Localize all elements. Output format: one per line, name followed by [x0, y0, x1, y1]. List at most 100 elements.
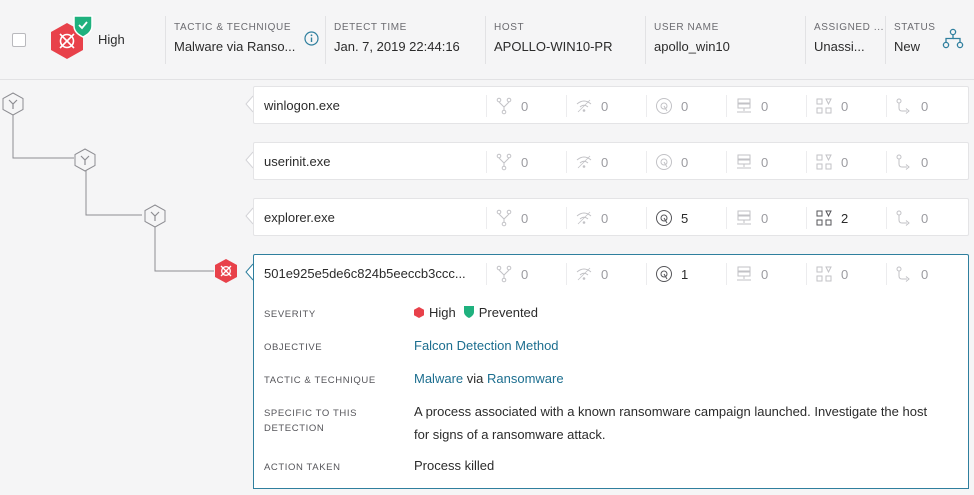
ransomware-link[interactable]: Ransomware	[487, 371, 564, 386]
stat-disk[interactable]: 0	[646, 151, 688, 173]
divider	[486, 263, 487, 285]
process-tree-view-icon[interactable]	[942, 28, 964, 50]
stat-count: 0	[921, 154, 929, 170]
specific-detail-label: SPECIFIC TO THIS DETECTION	[264, 408, 358, 434]
stat-path[interactable]: 0	[886, 207, 928, 229]
modules-icon	[816, 98, 832, 114]
process-node-icon[interactable]	[2, 92, 24, 116]
stat-disk[interactable]: 0	[646, 95, 688, 117]
status-column[interactable]: STATUS New	[894, 22, 938, 62]
stat-path[interactable]: 0	[886, 95, 928, 117]
stat-count: 2	[841, 210, 849, 226]
process-row-explorer[interactable]: explorer.exe 0 0 5 0 2 0	[253, 198, 969, 236]
tactic-header: TACTIC & TECHNIQUE	[174, 22, 292, 33]
process-node-icon[interactable]	[74, 148, 96, 172]
stat-network[interactable]: 0	[566, 207, 608, 229]
disk-icon	[656, 266, 672, 282]
severity-text: High	[429, 305, 456, 320]
specific-detail-value: A process associated with a known ransom…	[414, 404, 928, 442]
divider	[566, 263, 567, 285]
process-row-ransomware[interactable]: 501e925e5de6c824b5eeccb3ccc... 0 0 1 0 0 0	[253, 254, 969, 293]
stat-count: 0	[521, 154, 529, 170]
divider	[485, 16, 486, 64]
stat-network[interactable]: 0	[566, 263, 608, 285]
divider	[646, 263, 647, 285]
severity-detail-value: High Prevented	[414, 301, 944, 324]
path-icon	[896, 266, 910, 282]
divider	[566, 95, 567, 117]
stat-modules[interactable]: 0	[806, 263, 848, 285]
prevented-shield-icon	[463, 306, 474, 318]
process-row-winlogon[interactable]: winlogon.exe 0 0 0 0 0 0	[253, 86, 969, 124]
stat-process-tree[interactable]: 0	[486, 263, 528, 285]
stat-count: 0	[521, 210, 529, 226]
stat-count: 0	[841, 98, 849, 114]
process-tree-icon	[496, 265, 512, 283]
divider	[486, 207, 487, 229]
detection-view: High TACTIC & TECHNIQUE Malware via Rans…	[0, 0, 974, 495]
assigned-value[interactable]: Unassi...	[814, 39, 884, 54]
stat-process-tree[interactable]: 0	[486, 207, 528, 229]
stat-network[interactable]: 0	[566, 95, 608, 117]
stat-modules[interactable]: 0	[806, 95, 848, 117]
divider	[886, 263, 887, 285]
stat-registry[interactable]: 0	[726, 95, 768, 117]
process-row-userinit[interactable]: userinit.exe 0 0 0 0 0 0	[253, 142, 969, 180]
stat-count: 0	[761, 210, 769, 226]
detection-detail-panel: SEVERITY High Prevented OBJECTIVE Falcon …	[253, 293, 969, 489]
divider	[726, 95, 727, 117]
process-name[interactable]: explorer.exe	[264, 210, 476, 225]
user-value[interactable]: apollo_win10	[654, 39, 804, 54]
detect-time-header: DETECT TIME	[334, 22, 407, 33]
divider	[566, 207, 567, 229]
divider	[806, 263, 807, 285]
stat-registry[interactable]: 0	[726, 151, 768, 173]
malware-link[interactable]: Malware	[414, 371, 463, 386]
modules-icon	[816, 266, 832, 282]
via-text: via	[466, 371, 484, 386]
network-icon	[576, 267, 592, 281]
stat-path[interactable]: 0	[886, 263, 928, 285]
stat-process-tree[interactable]: 0	[486, 151, 528, 173]
user-header: USER NAME	[654, 22, 719, 33]
stat-registry[interactable]: 0	[726, 263, 768, 285]
process-name[interactable]: winlogon.exe	[264, 98, 476, 113]
process-name[interactable]: 501e925e5de6c824b5eeccb3ccc...	[264, 266, 476, 281]
status-value[interactable]: New	[894, 39, 938, 54]
stat-disk[interactable]: 5	[646, 207, 688, 229]
modules-icon	[816, 154, 832, 170]
host-header: HOST	[494, 22, 525, 33]
path-icon	[896, 210, 910, 226]
select-checkbox[interactable]	[12, 33, 26, 47]
divider	[806, 151, 807, 173]
tactic-column: TACTIC & TECHNIQUE Malware via Ranso...	[174, 22, 300, 62]
divider	[886, 95, 887, 117]
stat-disk[interactable]: 1	[646, 263, 688, 285]
host-value[interactable]: APOLLO-WIN10-PR	[494, 39, 644, 54]
registry-icon	[737, 154, 751, 169]
divider	[486, 95, 487, 117]
stat-path[interactable]: 0	[886, 151, 928, 173]
tactic-value: Malware via Ranso...	[174, 39, 296, 54]
registry-icon	[737, 210, 751, 225]
stat-modules[interactable]: 2	[806, 207, 848, 229]
detection-node-icon[interactable]	[214, 258, 238, 284]
stat-count: 0	[521, 98, 529, 114]
stat-count: 0	[761, 266, 769, 282]
stat-registry[interactable]: 0	[726, 207, 768, 229]
disk-icon	[656, 210, 672, 226]
process-name[interactable]: userinit.exe	[264, 154, 476, 169]
network-icon	[576, 99, 592, 113]
stat-network[interactable]: 0	[566, 151, 608, 173]
info-icon[interactable]	[304, 31, 319, 46]
assigned-column[interactable]: ASSIGNED ... Unassi...	[814, 22, 884, 62]
disk-icon	[656, 98, 672, 114]
objective-link[interactable]: Falcon Detection Method	[414, 334, 944, 357]
stat-modules[interactable]: 0	[806, 151, 848, 173]
divider	[486, 151, 487, 173]
detect-time-value: Jan. 7, 2019 22:44:16	[334, 39, 460, 54]
stat-process-tree[interactable]: 0	[486, 95, 528, 117]
process-node-icon[interactable]	[144, 204, 166, 228]
divider	[886, 207, 887, 229]
network-icon	[576, 211, 592, 225]
